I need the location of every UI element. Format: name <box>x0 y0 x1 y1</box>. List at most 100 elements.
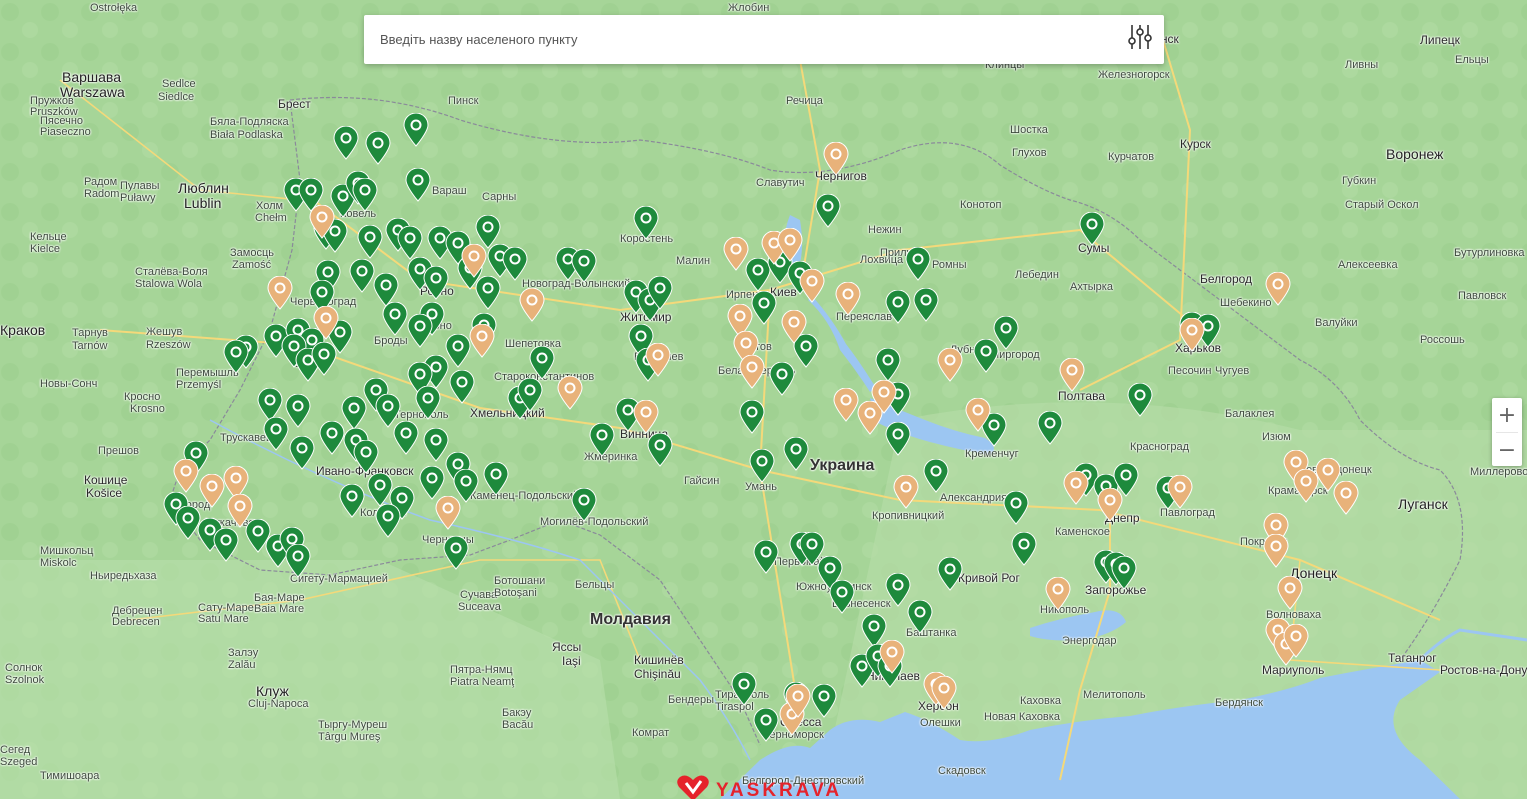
map-pin-green[interactable] <box>349 259 375 293</box>
map-pin-orange[interactable] <box>1263 534 1289 568</box>
map-pin-green[interactable] <box>829 580 855 614</box>
map-pin-orange[interactable] <box>1283 624 1309 658</box>
map-pin-orange[interactable] <box>435 496 461 530</box>
map-pin-orange[interactable] <box>835 282 861 316</box>
map-pin-orange[interactable] <box>633 400 659 434</box>
map-canvas[interactable]: Варшава Warszawa Пружков Pruszków Пясечно Pia… <box>0 0 1527 799</box>
map-pin-green[interactable] <box>937 557 963 591</box>
map-pin-orange[interactable] <box>461 244 487 278</box>
map-pin-green[interactable] <box>1111 556 1137 590</box>
map-pin-orange[interactable] <box>785 684 811 718</box>
map-pin-orange[interactable] <box>1179 318 1205 352</box>
map-pin-green[interactable] <box>502 247 528 281</box>
map-pin-green[interactable] <box>529 346 555 380</box>
map-pin-orange[interactable] <box>965 398 991 432</box>
map-pin-orange[interactable] <box>519 288 545 322</box>
map-pin-green[interactable] <box>419 466 445 500</box>
map-pin-green[interactable] <box>263 417 289 451</box>
map-pin-orange[interactable] <box>227 494 253 528</box>
map-pin-green[interactable] <box>633 206 659 240</box>
map-pin-green[interactable] <box>731 672 757 706</box>
map-pin-green[interactable] <box>213 528 239 562</box>
map-pin-green[interactable] <box>647 276 673 310</box>
map-pin-green[interactable] <box>333 126 359 160</box>
map-pin-orange[interactable] <box>723 237 749 271</box>
map-pin-green[interactable] <box>405 168 431 202</box>
map-pin-orange[interactable] <box>1265 272 1291 306</box>
zoom-out-button[interactable]: − <box>1492 433 1522 467</box>
map-pin-green[interactable] <box>1011 532 1037 566</box>
map-pin-green[interactable] <box>311 342 337 376</box>
map-pin-green[interactable] <box>423 266 449 300</box>
map-pin-orange[interactable] <box>1063 471 1089 505</box>
map-pin-orange[interactable] <box>1333 481 1359 515</box>
map-pin-green[interactable] <box>815 194 841 228</box>
map-pin-green[interactable] <box>407 314 433 348</box>
map-pin-orange[interactable] <box>799 269 825 303</box>
map-pin-green[interactable] <box>475 276 501 310</box>
map-pin-orange[interactable] <box>777 228 803 262</box>
map-pin-orange[interactable] <box>309 205 335 239</box>
map-pin-green[interactable] <box>449 370 475 404</box>
map-pin-green[interactable] <box>905 247 931 281</box>
map-pin-green[interactable] <box>319 421 345 455</box>
map-pin-green[interactable] <box>571 249 597 283</box>
map-pin-orange[interactable] <box>557 376 583 410</box>
map-pin-orange[interactable] <box>937 348 963 382</box>
map-pin-green[interactable] <box>1079 212 1105 246</box>
map-pin-orange[interactable] <box>823 142 849 176</box>
map-pin-green[interactable] <box>517 378 543 412</box>
map-pin-green[interactable] <box>993 316 1019 350</box>
map-pin-orange[interactable] <box>267 276 293 310</box>
map-pin-green[interactable] <box>285 544 311 578</box>
map-pin-orange[interactable] <box>833 388 859 422</box>
map-pin-orange[interactable] <box>1097 488 1123 522</box>
map-pin-green[interactable] <box>403 113 429 147</box>
map-pin-orange[interactable] <box>313 306 339 340</box>
filter-button[interactable] <box>1116 16 1164 64</box>
map-pin-green[interactable] <box>907 600 933 634</box>
map-pin-green[interactable] <box>375 504 401 538</box>
map-pin-green[interactable] <box>749 449 775 483</box>
map-pin-orange[interactable] <box>199 474 225 508</box>
map-pin-green[interactable] <box>382 302 408 336</box>
map-pin-green[interactable] <box>339 484 365 518</box>
map-pin-green[interactable] <box>885 422 911 456</box>
map-pin-green[interactable] <box>589 423 615 457</box>
map-pin-orange[interactable] <box>871 380 897 414</box>
map-pin-green[interactable] <box>397 226 423 260</box>
map-pin-green[interactable] <box>769 362 795 396</box>
map-pin-green[interactable] <box>357 225 383 259</box>
map-pin-orange[interactable] <box>1045 577 1071 611</box>
map-pin-orange[interactable] <box>1059 358 1085 392</box>
map-pin-green[interactable] <box>913 288 939 322</box>
map-pin-green[interactable] <box>811 684 837 718</box>
map-pin-green[interactable] <box>875 348 901 382</box>
map-pin-green[interactable] <box>353 440 379 474</box>
map-pin-orange[interactable] <box>1277 576 1303 610</box>
map-pin-green[interactable] <box>483 462 509 496</box>
map-pin-green[interactable] <box>365 131 391 165</box>
map-pin-green[interactable] <box>753 708 779 742</box>
map-pin-green[interactable] <box>1127 383 1153 417</box>
map-pin-orange[interactable] <box>931 676 957 710</box>
map-pin-green[interactable] <box>443 536 469 570</box>
map-pin-green[interactable] <box>647 433 673 467</box>
map-pin-green[interactable] <box>415 386 441 420</box>
map-pin-green[interactable] <box>393 421 419 455</box>
map-pin-green[interactable] <box>885 290 911 324</box>
map-pin-orange[interactable] <box>739 355 765 389</box>
map-pin-green[interactable] <box>1037 411 1063 445</box>
map-pin-green[interactable] <box>1003 491 1029 525</box>
search-input[interactable] <box>364 15 1116 64</box>
map-pin-green[interactable] <box>223 340 249 374</box>
map-pin-green[interactable] <box>289 436 315 470</box>
map-pin-green[interactable] <box>571 488 597 522</box>
map-pin-orange[interactable] <box>893 475 919 509</box>
map-pin-orange[interactable] <box>879 640 905 674</box>
zoom-in-button[interactable]: + <box>1492 398 1522 432</box>
map-pin-green[interactable] <box>739 400 765 434</box>
map-pin-green[interactable] <box>783 437 809 471</box>
map-pin-orange[interactable] <box>645 343 671 377</box>
map-pin-green[interactable] <box>751 291 777 325</box>
